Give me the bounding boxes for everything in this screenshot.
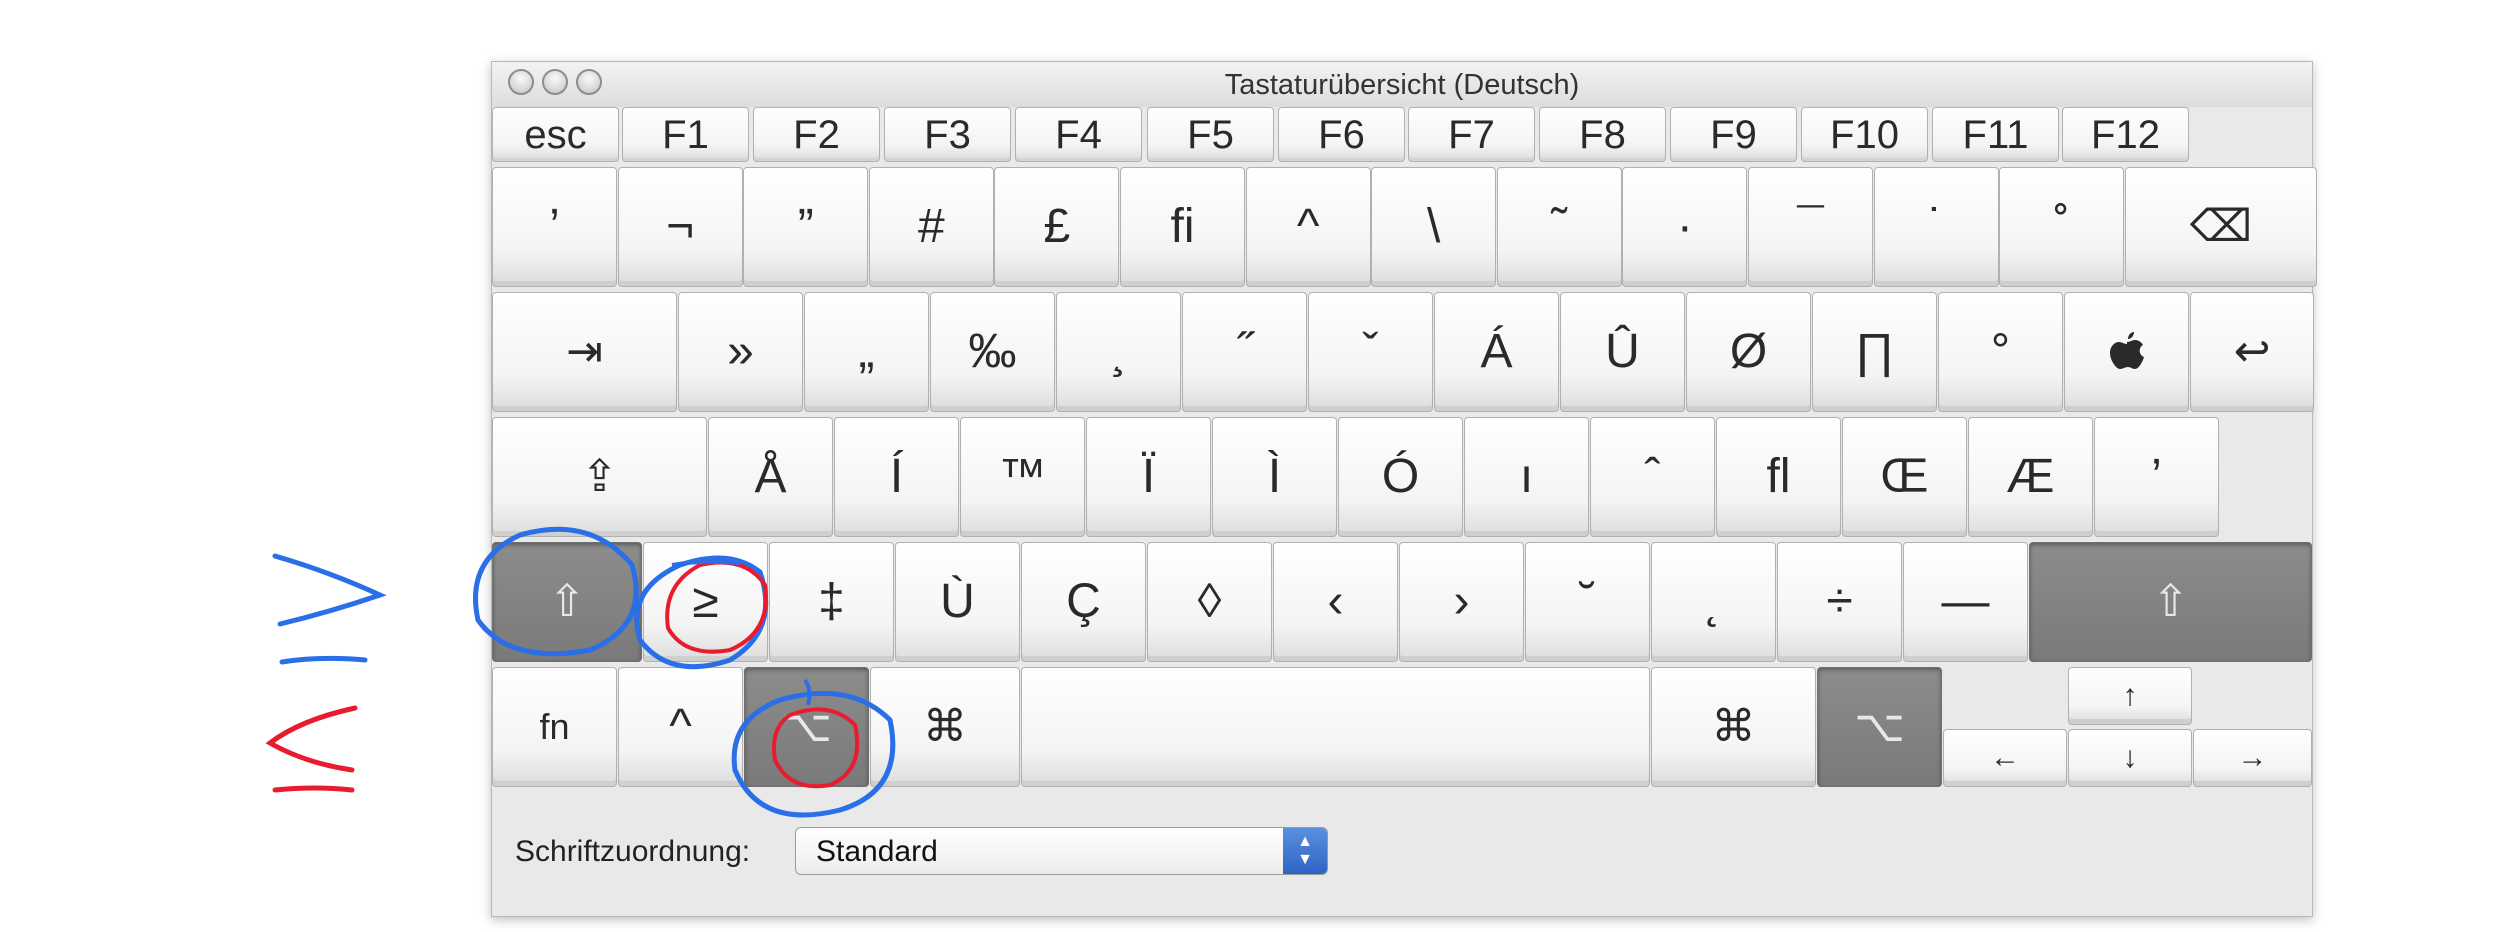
- key-number-row-2[interactable]: ”: [743, 167, 869, 287]
- annotation-less-than-stroke: [265, 705, 358, 773]
- key-f11[interactable]: F11: [1932, 107, 2059, 162]
- key-home-row-4[interactable]: Ï: [1086, 417, 1211, 537]
- key-f9[interactable]: F9: [1670, 107, 1797, 162]
- stepper-up-icon: ▲: [1297, 833, 1313, 851]
- key-f10[interactable]: F10: [1801, 107, 1928, 162]
- key-f4[interactable]: F4: [1015, 107, 1142, 162]
- key-number-row-11[interactable]: ˙: [1873, 167, 1999, 287]
- key-number-row-10[interactable]: ¯: [1748, 167, 1873, 287]
- key-home-row-10[interactable]: Œ: [1842, 417, 1967, 537]
- stepper-down-icon: ▼: [1297, 851, 1313, 868]
- window-title: Tastaturübersicht (Deutsch): [1224, 69, 1580, 101]
- key-bottom-row-3[interactable]: Ù: [895, 542, 1020, 662]
- key-f12[interactable]: F12: [2062, 107, 2189, 162]
- key-shift-right[interactable]: ⇧: [2029, 542, 2312, 662]
- key-top-row-2[interactable]: „: [804, 292, 929, 412]
- key-number-row-3[interactable]: #: [868, 167, 994, 287]
- key-shift-left[interactable]: ⇧: [492, 542, 642, 662]
- key-f3[interactable]: F3: [884, 107, 1011, 162]
- key-home-row-2[interactable]: Í: [834, 417, 959, 537]
- key-arrow-left[interactable]: ←: [1943, 729, 2067, 787]
- key-home-row-9[interactable]: ﬂ: [1716, 417, 1841, 537]
- key-control[interactable]: ^: [618, 667, 743, 787]
- key-home-row-12[interactable]: ’: [2094, 417, 2219, 537]
- key-top-row-6[interactable]: ˇ: [1308, 292, 1433, 412]
- key-top-row-9[interactable]: Ø: [1686, 292, 1811, 412]
- key-bottom-row-8[interactable]: ˘: [1525, 542, 1650, 662]
- key-top-row-4[interactable]: ¸: [1056, 292, 1181, 412]
- key-bottom-row-1[interactable]: ≥: [643, 542, 768, 662]
- key-command-left[interactable]: ⌘: [870, 667, 1020, 787]
- key-bottom-row-4[interactable]: Ç: [1021, 542, 1146, 662]
- key-number-row-12[interactable]: ˚: [1999, 167, 2125, 287]
- key-home-row-6[interactable]: Ó: [1338, 417, 1463, 537]
- key-top-row-3[interactable]: ‰: [930, 292, 1055, 412]
- key-bottom-row-2[interactable]: ‡: [769, 542, 894, 662]
- key-bottom-row-7[interactable]: ›: [1399, 542, 1524, 662]
- key-home-row-1[interactable]: Å: [708, 417, 833, 537]
- key-bottom-row-11[interactable]: —: [1903, 542, 2028, 662]
- key-option-right[interactable]: ⌥: [1817, 667, 1942, 787]
- key-fn[interactable]: fn: [492, 667, 617, 787]
- key-top-row-8[interactable]: Û: [1560, 292, 1685, 412]
- select-stepper-icon: ▲ ▼: [1283, 828, 1327, 874]
- key-arrow-down[interactable]: ↓: [2068, 729, 2192, 787]
- annotation-greater-than-stroke: [272, 553, 387, 627]
- key-number-row-6[interactable]: ^: [1245, 167, 1371, 287]
- font-mapping-label: Schriftzuordnung:: [515, 835, 751, 868]
- key-esc[interactable]: esc: [492, 107, 619, 162]
- key-bottom-row-5[interactable]: ◊: [1147, 542, 1272, 662]
- key-number-row-7[interactable]: \: [1371, 167, 1497, 287]
- key-delete[interactable]: ⌫: [2124, 167, 2317, 287]
- key-bottom-row-6[interactable]: ‹: [1273, 542, 1398, 662]
- key-bottom-row-9[interactable]: ˛: [1651, 542, 1776, 662]
- key-option-left[interactable]: ⌥: [744, 667, 869, 787]
- key-command-right[interactable]: ⌘: [1651, 667, 1816, 787]
- key-arrow-up[interactable]: ↑: [2068, 667, 2192, 725]
- key-tab[interactable]: ⇥: [492, 292, 677, 412]
- key-number-row-4[interactable]: £: [994, 167, 1120, 287]
- key-home-row-5[interactable]: Ì: [1212, 417, 1337, 537]
- key-number-row-1[interactable]: ¬: [617, 167, 743, 287]
- key-top-row-7[interactable]: Á: [1434, 292, 1559, 412]
- key-top-row-10[interactable]: ∏: [1812, 292, 1937, 412]
- key-arrow-right[interactable]: →: [2193, 729, 2312, 787]
- key-caps-lock[interactable]: ⇪: [492, 417, 707, 537]
- key-home-row-8[interactable]: ˆ: [1590, 417, 1715, 537]
- key-f5[interactable]: F5: [1147, 107, 1274, 162]
- font-mapping-select-value: Standard: [816, 835, 938, 868]
- key-home-row-3[interactable]: ™: [960, 417, 1085, 537]
- key-return[interactable]: ↩: [2190, 292, 2314, 412]
- key-top-row-1[interactable]: »: [678, 292, 803, 412]
- key-f1[interactable]: F1: [622, 107, 749, 162]
- key-f8[interactable]: F8: [1539, 107, 1666, 162]
- key-number-row-0[interactable]: ’: [492, 167, 617, 287]
- annotation-lte-underline-stroke: [272, 785, 355, 793]
- key-space[interactable]: [1021, 667, 1650, 787]
- keyboard-viewer-window: Tastaturübersicht (Deutsch) esc F1 F2 F3 F4 F…: [491, 61, 2317, 917]
- key-f6[interactable]: F6: [1278, 107, 1405, 162]
- key-top-row-12[interactable]: [2064, 292, 2189, 412]
- key-top-row-11[interactable]: °: [1938, 292, 2063, 412]
- key-f7[interactable]: F7: [1408, 107, 1535, 162]
- key-f2[interactable]: F2: [753, 107, 880, 162]
- key-number-row-8[interactable]: ˜: [1496, 167, 1622, 287]
- key-bottom-row-10[interactable]: ÷: [1777, 542, 1902, 662]
- key-home-row-7[interactable]: ı: [1464, 417, 1589, 537]
- key-home-row-11[interactable]: Æ: [1968, 417, 2093, 537]
- font-mapping-select[interactable]: Standard ▲ ▼: [795, 827, 1328, 875]
- title-bar: Tastaturübersicht (Deutsch): [492, 62, 2312, 107]
- apple-logo-icon: [2109, 332, 2144, 369]
- key-number-row-9[interactable]: ·: [1622, 167, 1748, 287]
- key-number-row-5[interactable]: ﬁ: [1120, 167, 1245, 287]
- key-top-row-5[interactable]: ˝: [1182, 292, 1307, 412]
- annotation-gte-underline-stroke: [279, 655, 368, 665]
